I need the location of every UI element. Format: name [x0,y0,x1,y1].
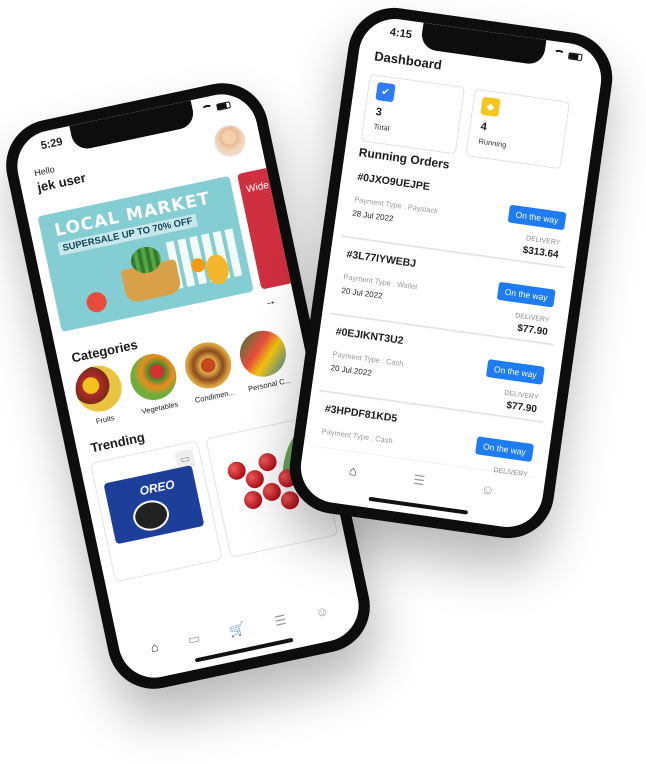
order-date: 28 Jul 2022 [351,208,394,224]
cherry-graphic [244,468,266,490]
order-amount: $77.90 [516,322,549,338]
wifi-icon [553,49,566,59]
status-badge[interactable]: On the way [475,436,534,463]
order-amount: $77.90 [505,400,538,416]
box-icon: ✔ [375,81,396,103]
order-id: #3L77IYWEBJ [345,248,417,270]
status-icons [201,100,232,114]
trending-title: Trending [89,429,147,456]
cherry-graphic [261,481,283,503]
promo-banner[interactable]: LOCAL MARKET SUPERSALE UP TO 70% OFF [37,175,254,333]
page-title: Dashboard [373,48,443,73]
category-label: Vegetables [140,399,180,417]
cherry-graphic [256,451,279,473]
category-personal-care[interactable]: Personal C... [235,326,294,394]
cookie-graphic [130,497,172,534]
cart-icon[interactable]: 🛒 [228,621,247,640]
status-badge[interactable]: On the way [507,204,567,231]
battery-icon [215,100,232,111]
arrow-right-icon[interactable]: → [263,293,278,309]
vegetables-image [126,349,181,405]
order-id: #0JXO9UEJPE [356,171,431,194]
dashboard-app-screen: 4:15 Dashboard ✔ 3 Total ◆ 4 Running Run… [296,14,606,532]
orders-icon[interactable]: ☰ [273,612,288,630]
category-label: Condimen... [193,387,236,405]
battery-icon [567,51,583,61]
notch [69,100,197,152]
cherry-graphic [226,460,248,482]
stat-value: 4 [479,120,488,134]
stat-value: 3 [374,106,383,119]
banner2-text: Wide [245,179,270,196]
cherry-graphic [242,489,264,511]
stat-label: Running [478,136,507,150]
profile-icon[interactable]: ☺ [480,481,495,499]
categories-row: Fruits Vegetables Condimen... Personal C… [70,326,294,429]
stat-card-total[interactable]: ✔ 3 Total [360,73,466,155]
payment-type: Payment Type : Cash [321,426,394,446]
status-time: 4:15 [389,26,413,42]
stat-label: Total [373,121,390,133]
condiments-image [180,338,236,393]
order-date: 20 Jul 2022 [330,363,373,378]
order-id: #0EJIKNT3U2 [334,325,405,347]
oreo-pack-image: OREO [103,464,205,545]
wifi-icon [201,103,214,114]
category-fruits[interactable]: Fruits [70,361,129,429]
product-card-oreo[interactable]: ▭ OREO [89,440,223,583]
category-vegetables[interactable]: Vegetables [125,349,184,418]
fruits-image [71,361,126,416]
status-badge[interactable]: On the way [496,281,556,308]
personal-care-image [235,326,291,381]
stat-card-running[interactable]: ◆ 4 Running [465,88,570,170]
bookmark-icon[interactable]: ▭ [186,630,201,648]
home-indicator [368,496,469,515]
status-icons [553,49,583,61]
order-id: #3HPDF81KD5 [324,402,398,425]
order-date: 20 Jul 2022 [340,285,384,301]
status-badge[interactable]: On the way [485,359,545,385]
order-amount: $313.64 [521,244,560,261]
order-type: DELIVERY [492,466,529,479]
home-icon[interactable]: ⌂ [348,463,358,480]
cube-icon: ◆ [480,96,501,118]
home-icon[interactable]: ⌂ [149,639,160,656]
category-label: Personal C... [247,375,292,394]
oreo-label: OREO [138,477,176,499]
profile-icon[interactable]: ☺ [314,603,330,621]
tomato-graphic [84,290,109,315]
status-time: 5:29 [39,135,64,153]
dashboard-app-phone: 4:15 Dashboard ✔ 3 Total ◆ 4 Running Run… [283,1,619,545]
category-condiments[interactable]: Condimen... [180,338,239,406]
avatar[interactable] [210,121,249,160]
category-label: Fruits [95,413,116,426]
orders-icon[interactable]: ☰ [412,472,426,489]
